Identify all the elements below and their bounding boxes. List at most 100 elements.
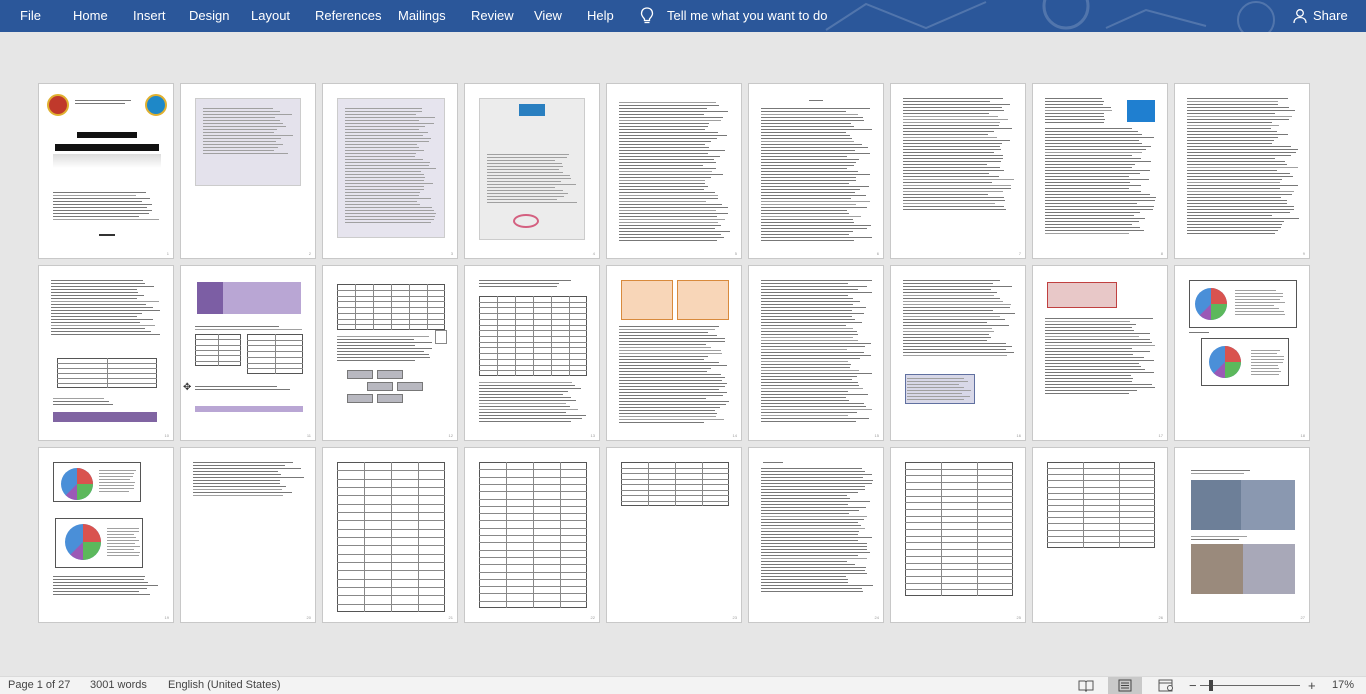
text-line (619, 117, 723, 118)
page-thumbnail[interactable]: 20 (180, 447, 316, 623)
page-thumbnail[interactable]: 8 (1032, 83, 1168, 259)
tab-view[interactable]: View (534, 0, 562, 32)
pie-chart-graphic (1209, 346, 1241, 378)
page-thumbnail[interactable]: 25 (890, 447, 1026, 623)
page-thumbnail[interactable]: 24 (748, 447, 884, 623)
page-indicator[interactable]: Page 1 of 27 (8, 679, 70, 691)
web-layout-icon[interactable] (1158, 679, 1174, 692)
text-line (193, 489, 282, 490)
tab-mailings[interactable]: Mailings (398, 0, 446, 32)
text-line (903, 161, 1001, 162)
text-line (51, 298, 137, 299)
person-icon (1293, 9, 1307, 24)
page-thumbnail[interactable]: 18 (1174, 265, 1310, 441)
text-line (1045, 191, 1141, 192)
page-thumbnail[interactable]: 16 (890, 265, 1026, 441)
text-line (1187, 206, 1294, 207)
text-line (1045, 200, 1155, 201)
page-thumbnail[interactable]: 22 (464, 447, 600, 623)
text-line (1045, 209, 1153, 210)
page-thumbnail[interactable]: 17 (1032, 265, 1168, 441)
zoom-slider-thumb[interactable] (1209, 680, 1213, 691)
text-line (1045, 342, 1152, 343)
zoom-out-button[interactable]: − (1189, 678, 1197, 693)
text-line (903, 185, 1011, 186)
photo (1243, 544, 1295, 594)
text-line (345, 111, 422, 112)
text-line (487, 181, 561, 182)
page-thumbnail[interactable]: 11 (180, 265, 316, 441)
text-line (1045, 375, 1131, 376)
text-line (761, 367, 850, 368)
page-thumbnail[interactable]: 21 (322, 447, 458, 623)
text-line (337, 339, 414, 340)
text-line (1045, 330, 1134, 331)
text-line (1045, 369, 1145, 370)
read-mode-icon[interactable] (1078, 679, 1094, 692)
page-thumbnail[interactable]: 27 (1174, 447, 1310, 623)
page-thumbnail[interactable]: 7 (890, 83, 1026, 259)
page-number: 3 (450, 251, 453, 256)
page-thumbnail[interactable]: 2 (180, 83, 316, 259)
page-thumbnail[interactable]: 9 (1174, 83, 1310, 259)
text-line (1187, 203, 1287, 204)
text-line (761, 228, 867, 229)
language-indicator[interactable]: English (United States) (168, 679, 281, 691)
page-thumbnail[interactable]: 19 (38, 447, 174, 623)
page-thumbnail[interactable]: 14 (606, 265, 742, 441)
tab-home[interactable]: Home (73, 0, 108, 32)
page-thumbnail[interactable]: 5 (606, 83, 742, 259)
text-line (1045, 366, 1141, 367)
text-line (761, 328, 853, 329)
page-thumbnail[interactable]: 4 (464, 83, 600, 259)
tab-layout[interactable]: Layout (251, 0, 290, 32)
text-line (51, 289, 137, 290)
text-line (75, 100, 131, 101)
text-line (1045, 188, 1129, 189)
file-tab[interactable]: File (20, 0, 41, 32)
page-thumbnail[interactable]: 6 (748, 83, 884, 259)
table-rule (905, 516, 1013, 517)
page-thumbnail[interactable]: 10 (38, 265, 174, 441)
document-canvas[interactable]: 1 2 3 4 5 6 7 8 9 10 11 12 13 14 15 16 17 18 19 20 21 22 23 24 2… (0, 32, 1366, 676)
table-rule (497, 296, 498, 376)
page-number: 17 (1158, 433, 1163, 438)
page-thumbnail[interactable]: 15 (748, 265, 884, 441)
text-line (761, 549, 867, 550)
page-thumbnail[interactable]: 26 (1032, 447, 1168, 623)
text-line (53, 401, 109, 402)
text-line (1187, 125, 1279, 126)
table-rule (107, 358, 108, 388)
tab-review[interactable]: Review (471, 0, 514, 32)
text-line (1045, 176, 1129, 177)
page-thumbnail[interactable]: 23 (606, 447, 742, 623)
text-line (761, 567, 866, 568)
zoom-level[interactable]: 17% (1332, 679, 1354, 691)
word-count[interactable]: 3001 words (90, 679, 147, 691)
text-line (1045, 134, 1142, 135)
tab-references[interactable]: References (315, 0, 381, 32)
text-line (345, 147, 419, 148)
text-line (51, 325, 155, 326)
tab-help[interactable]: Help (587, 0, 614, 32)
page-thumbnail[interactable]: 12 (322, 265, 458, 441)
text-line (761, 204, 856, 205)
lightbulb-icon (640, 7, 654, 24)
page-thumbnail[interactable]: 13 (464, 265, 600, 441)
text-line (761, 540, 858, 541)
text-line (761, 313, 864, 314)
diagram-node (347, 370, 373, 379)
table-image (1047, 282, 1117, 308)
text-line (51, 283, 145, 284)
zoom-slider-track[interactable] (1200, 685, 1300, 686)
text-line (1045, 390, 1137, 391)
page-thumbnail[interactable]: 3 (322, 83, 458, 259)
tab-design[interactable]: Design (189, 0, 229, 32)
text-line (203, 108, 273, 109)
table-rule (218, 334, 219, 366)
print-layout-icon[interactable] (1117, 679, 1133, 692)
tab-insert[interactable]: Insert (133, 0, 166, 32)
page-thumbnail[interactable]: 1 (38, 83, 174, 259)
zoom-in-button[interactable]: + (1308, 678, 1316, 693)
page-number: 6 (876, 251, 879, 256)
